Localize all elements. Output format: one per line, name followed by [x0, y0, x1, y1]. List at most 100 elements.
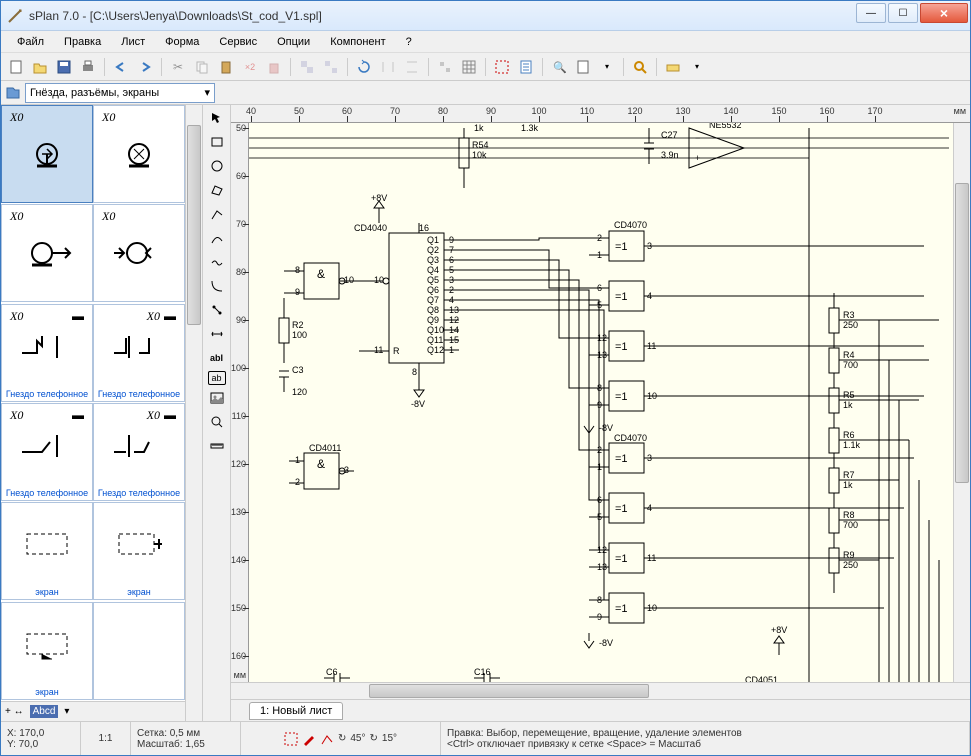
menu-file[interactable]: Файл [7, 33, 54, 51]
lib-cell-6[interactable]: X0▬Гнездо телефонное [1, 403, 93, 501]
svg-text:R: R [393, 346, 400, 356]
vertical-scrollbar[interactable] [953, 123, 970, 682]
image-tool[interactable] [206, 387, 228, 409]
select-button[interactable] [491, 56, 513, 78]
lib-cell-5[interactable]: ▬X0Гнездо телефонное [93, 304, 185, 402]
svg-text:R2: R2 [292, 320, 304, 330]
find-button[interactable]: 🔍 [548, 56, 570, 78]
paste-button[interactable] [215, 56, 237, 78]
dd-button[interactable]: ▾ [596, 56, 618, 78]
delete-button[interactable] [263, 56, 285, 78]
minimize-button[interactable]: — [856, 3, 886, 23]
menu-component[interactable]: Компонент [320, 33, 395, 51]
rot15-icon[interactable]: ↻ [370, 733, 378, 744]
lib-cell-10[interactable]: экран [1, 602, 93, 700]
vscroll-thumb[interactable] [955, 183, 969, 483]
open-button[interactable] [29, 56, 51, 78]
new-button[interactable] [5, 56, 27, 78]
measure-tool[interactable] [206, 435, 228, 457]
abcd-badge[interactable]: Abcd [30, 705, 59, 718]
maximize-button[interactable]: ☐ [888, 3, 918, 23]
status-help2: <Ctrl> отключает привязку к сетке <Space… [447, 739, 963, 750]
grid-button[interactable] [458, 56, 480, 78]
curve-tool[interactable] [206, 275, 228, 297]
list-button[interactable] [515, 56, 537, 78]
lib-cell-7[interactable]: ▬X0Гнездо телефонное [93, 403, 185, 501]
lib-cell-1[interactable]: X0 [93, 105, 185, 203]
zoom-button[interactable] [629, 56, 651, 78]
opt-dd[interactable]: ▾ [64, 706, 69, 717]
bom-button[interactable] [572, 56, 594, 78]
menu-help[interactable]: ? [396, 33, 422, 51]
close-button[interactable]: × [920, 3, 968, 23]
poly-tool[interactable] [206, 179, 228, 201]
undo-button[interactable] [110, 56, 132, 78]
canvas[interactable]: 1k 1.3k R5410k C273.9n −+NE5532 +8V CD40… [249, 123, 953, 682]
svg-text:-8V: -8V [411, 399, 425, 409]
menu-edit[interactable]: Правка [54, 33, 111, 51]
vertical-ruler: 5060708090100110120130140150160мм [231, 123, 249, 682]
rect-tool[interactable] [206, 131, 228, 153]
save-button[interactable] [53, 56, 75, 78]
dup-button[interactable]: ×2 [239, 56, 261, 78]
status-x: X: 170,0 [7, 728, 74, 739]
category-dropdown[interactable]: Гнёзда, разъёмы, экраны ▾ [25, 83, 215, 103]
lib-cell-2[interactable]: X0 [1, 204, 93, 302]
print-button[interactable] [77, 56, 99, 78]
text-tool[interactable]: abI [206, 347, 228, 369]
node-tool[interactable] [206, 299, 228, 321]
flip-h-button[interactable] [377, 56, 399, 78]
layers-button[interactable] [662, 56, 684, 78]
redo-button[interactable] [134, 56, 156, 78]
category-bar: Гнёзда, разъёмы, экраны ▾ [1, 81, 970, 105]
svg-text:1.1k: 1.1k [843, 440, 861, 450]
menu-form[interactable]: Форма [155, 33, 209, 51]
lib-cell-3[interactable]: X0 [93, 204, 185, 302]
svg-text:=1: =1 [615, 341, 628, 353]
hscroll-thumb[interactable] [369, 684, 649, 698]
flip-v-button[interactable] [401, 56, 423, 78]
circle-tool[interactable] [206, 155, 228, 177]
line-tool[interactable] [206, 203, 228, 225]
lib-cell-11[interactable] [93, 602, 185, 700]
zoom-tool[interactable] [206, 411, 228, 433]
svg-text:11: 11 [374, 345, 383, 355]
menubar: Файл Правка Лист Форма Сервис Опции Комп… [1, 31, 970, 53]
library-scroll-thumb[interactable] [187, 125, 201, 325]
sel-icon[interactable] [284, 732, 298, 746]
horizontal-ruler: 405060708090100110120130140150160170мм [231, 105, 970, 123]
menu-service[interactable]: Сервис [209, 33, 267, 51]
angle-15: 15° [382, 733, 397, 744]
svg-text:CD4040: CD4040 [354, 223, 387, 233]
cursor-tool[interactable] [206, 107, 228, 129]
horizontal-scrollbar[interactable] [249, 683, 953, 699]
rotate-button[interactable] [353, 56, 375, 78]
sheet-tab-1[interactable]: 1: Новый лист [249, 702, 343, 720]
rot45-icon[interactable]: ↻ [338, 733, 346, 744]
lib-cell-0[interactable]: X0 [1, 105, 93, 203]
lib-cell-4[interactable]: X0▬Гнездо телефонное [1, 304, 93, 402]
lib-cell-8[interactable]: экран [1, 502, 93, 600]
status-grid: Сетка: 0,5 мм [137, 728, 234, 739]
menu-options[interactable]: Опции [267, 33, 320, 51]
group-button[interactable] [296, 56, 318, 78]
path-icon[interactable] [320, 732, 334, 746]
copy-button[interactable] [191, 56, 213, 78]
align-button[interactable] [434, 56, 456, 78]
label-tool[interactable]: ab [208, 371, 226, 385]
svg-text:2: 2 [295, 477, 300, 487]
library-scrollbar[interactable] [185, 105, 202, 721]
freehand-tool[interactable] [206, 251, 228, 273]
dd2-button[interactable]: ▾ [686, 56, 708, 78]
lib-cell-9[interactable]: экран [93, 502, 185, 600]
dimension-tool[interactable] [206, 323, 228, 345]
dim-icon[interactable]: + ↔ [5, 706, 24, 717]
bezier-tool[interactable] [206, 227, 228, 249]
ungroup-button[interactable] [320, 56, 342, 78]
cut-button[interactable]: ✂ [167, 56, 189, 78]
menu-sheet[interactable]: Лист [111, 33, 155, 51]
pen-icon[interactable] [302, 732, 316, 746]
svg-text:10: 10 [374, 275, 384, 285]
svg-text:C16: C16 [474, 667, 491, 677]
svg-text:R5: R5 [843, 390, 855, 400]
